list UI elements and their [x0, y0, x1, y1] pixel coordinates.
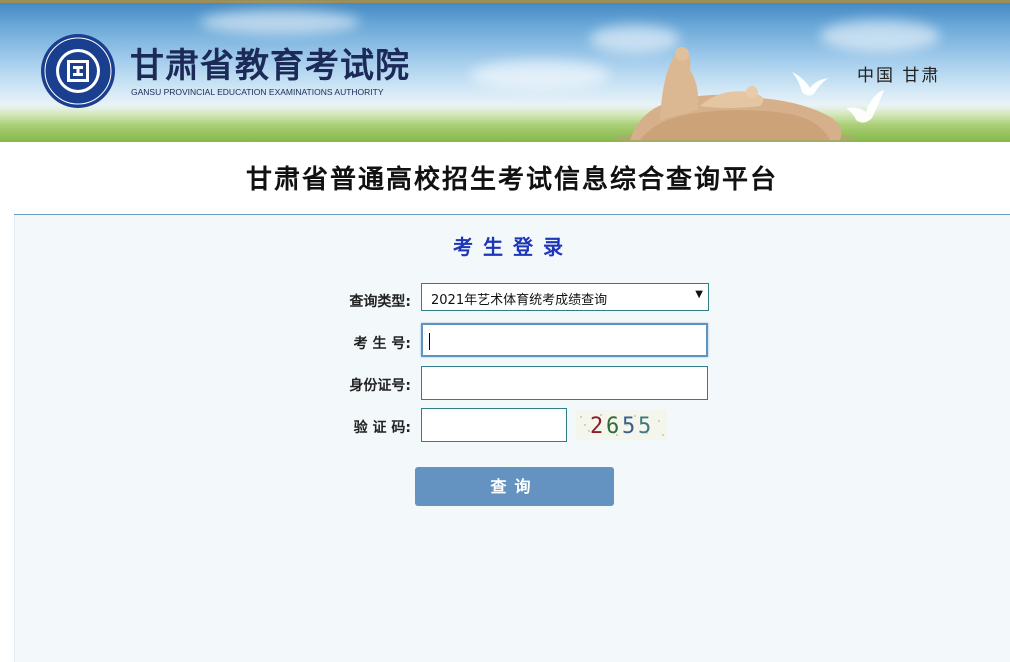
exam-number-input[interactable] [421, 323, 708, 357]
org-name-en: GANSU PROVINCIAL EDUCATION EXAMINATIONS … [131, 87, 384, 97]
platform-title-bar: 甘肃省普通高校招生考试信息综合查询平台 [14, 142, 1010, 215]
captcha-digit: 2 [590, 414, 603, 439]
cloud [470, 60, 610, 90]
query-type-value: 2021年艺术体育统考成绩查询 [431, 293, 608, 308]
captcha-digit: 6 [606, 414, 619, 439]
exam-number-label: 考 生 号: [353, 336, 411, 352]
query-submit-button[interactable]: 查询 [415, 467, 614, 506]
dove-icon [792, 72, 828, 96]
exam-authority-emblem-icon [41, 34, 115, 108]
id-number-input[interactable] [421, 366, 708, 400]
platform-title: 甘肃省普通高校招生考试信息综合查询平台 [245, 165, 778, 195]
login-title: 考生登录 [453, 235, 573, 259]
cloud [200, 10, 360, 34]
query-type-select[interactable]: 2021年艺术体育统考成绩查询 ▼ [421, 283, 709, 311]
text-cursor [429, 333, 430, 350]
captcha-input[interactable] [421, 408, 567, 442]
login-panel: 考生登录 查询类型: 2021年艺术体育统考成绩查询 ▼ 考 生 号: 身份证号… [14, 215, 1010, 662]
captcha-digit: 5 [638, 414, 651, 439]
id-number-label: 身份证号: [349, 378, 411, 394]
org-name-cn: 甘肃省教育考试院 [130, 46, 410, 86]
query-type-label: 查询类型: [349, 294, 411, 310]
captcha-image[interactable]: 2 6 5 5 [576, 410, 667, 440]
header-banner: 甘肃省教育考试院 GANSU PROVINCIAL EDUCATION EXAM… [0, 0, 1010, 142]
dove-icon [846, 90, 884, 123]
captcha-digit: 5 [622, 414, 635, 439]
captcha-label: 验 证 码: [353, 420, 411, 436]
banner-top-line [0, 0, 1010, 3]
region-label: 中国 甘肃 [857, 66, 941, 86]
dropdown-arrow-icon: ▼ [695, 289, 703, 300]
